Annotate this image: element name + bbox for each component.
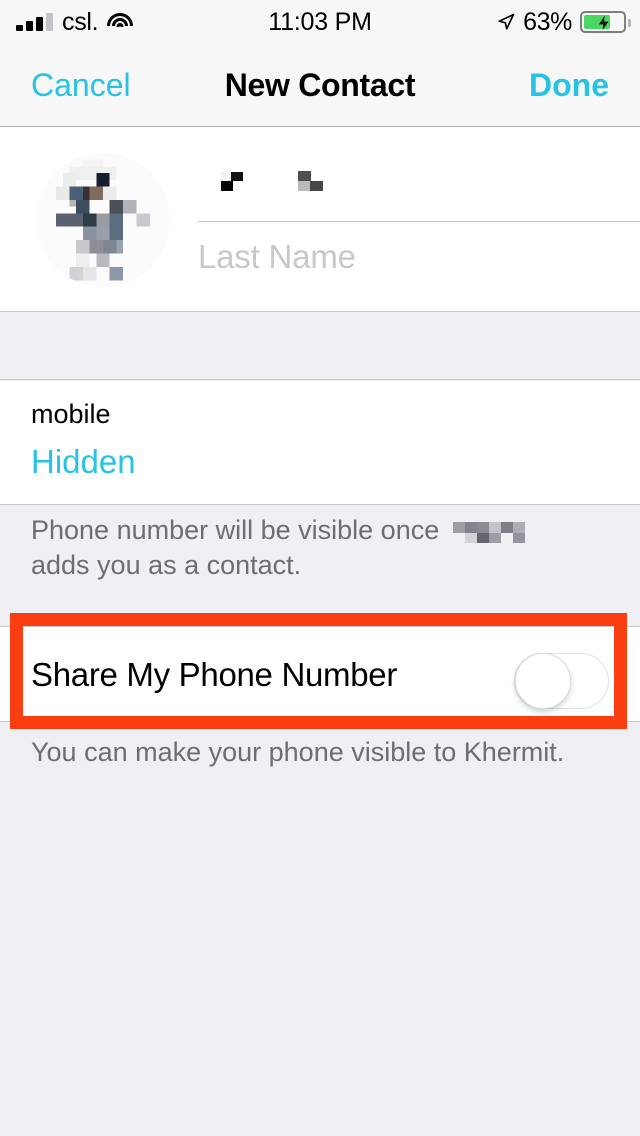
iphone-screen: csl. 11:03 PM 63% Cancel New Contact Don… [0,0,640,1136]
cancel-button[interactable]: Cancel [31,67,131,104]
page-title: New Contact [224,66,416,103]
last-name-placeholder: Last Name [198,238,356,275]
contact-name-redaction [453,515,528,546]
last-name-field[interactable]: Last Name [198,223,640,291]
share-phone-toggle[interactable] [514,653,609,709]
status-bar: csl. 11:03 PM 63% [0,0,640,44]
share-phone-label: Share My Phone Number [31,656,398,693]
note-line-2: adds you as a contact. [31,550,302,580]
share-my-phone-number-row[interactable]: Share My Phone Number [0,626,640,722]
done-button[interactable]: Done [529,67,609,104]
first-name-field[interactable] [198,149,640,217]
name-card: Last Name [0,127,640,312]
phone-label: mobile [31,399,111,429]
note-line-1: Phone number will be visible once [31,515,440,545]
navigation-bar: Cancel New Contact Done [0,44,640,127]
status-bar-right: 63% [497,7,631,37]
avatar-pixelated-image [36,153,170,287]
phone-number-row[interactable]: mobile Hidden [0,381,640,505]
section-gap [0,312,640,380]
battery-charging-icon [580,11,631,33]
first-name-redaction [198,166,358,200]
toggle-knob [515,653,571,709]
location-arrow-icon [498,13,515,30]
phone-visibility-note: Phone number will be visible once adds y… [31,513,611,583]
contact-photo-avatar[interactable] [36,153,170,287]
phone-value-hidden[interactable]: Hidden [31,443,136,481]
name-fields: Last Name [198,127,640,312]
name-field-divider [198,221,640,222]
battery-percent-label: 63% [523,7,572,36]
share-phone-footer-note: You can make your phone visible to Kherm… [31,737,565,767]
